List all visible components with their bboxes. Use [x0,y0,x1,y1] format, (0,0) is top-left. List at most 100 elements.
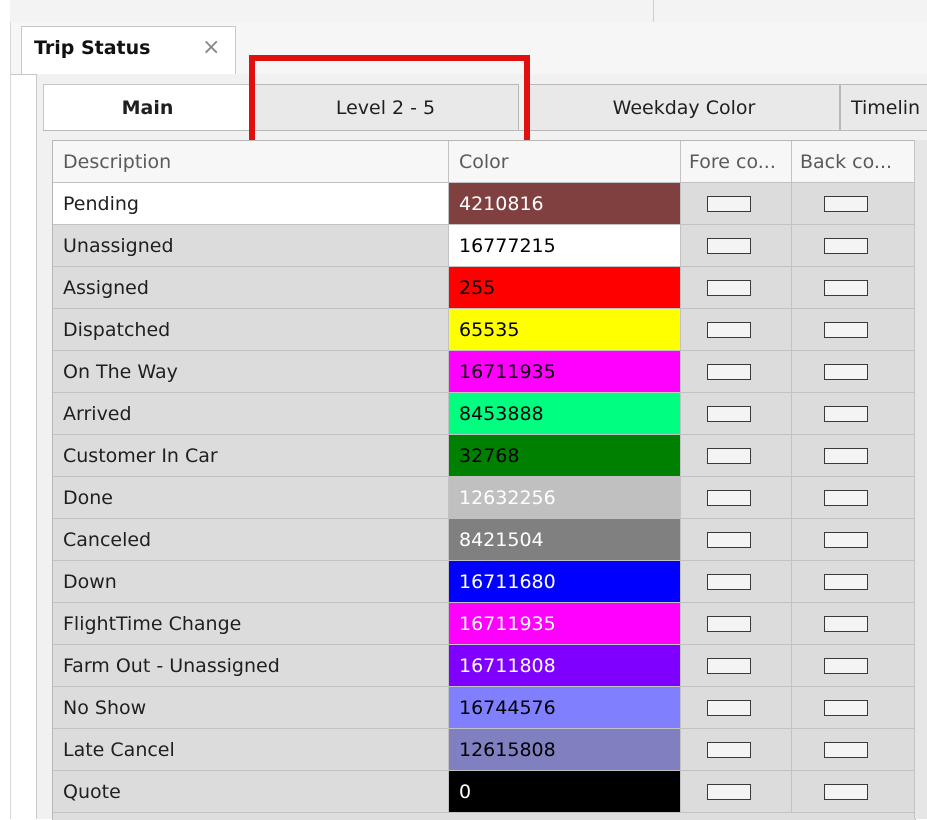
back-color-cell[interactable] [792,603,915,645]
color-swatch-icon[interactable] [824,363,868,380]
fore-color-cell[interactable] [681,687,792,729]
color-swatch-icon[interactable] [824,657,868,674]
back-color-cell[interactable] [792,351,915,393]
color-swatch-icon[interactable] [707,237,751,254]
color-swatch-icon[interactable] [824,447,868,464]
back-color-cell[interactable] [792,183,915,225]
color-value-cell[interactable]: 8421504 [449,519,681,561]
color-swatch-icon[interactable] [824,237,868,254]
color-swatch-icon[interactable] [824,615,868,632]
description-cell[interactable]: Customer In Car [53,435,449,477]
back-color-cell[interactable] [792,645,915,687]
back-color-cell[interactable] [792,519,915,561]
description-cell[interactable]: No Show [53,687,449,729]
table-row[interactable]: On The Way 16711935 [53,351,915,393]
table-row[interactable]: FlightTime Change 16711935 [53,603,915,645]
color-swatch-icon[interactable] [824,699,868,716]
color-swatch-icon[interactable] [824,321,868,338]
description-cell[interactable]: Late Cancel [53,729,449,771]
description-cell[interactable]: Down [53,561,449,603]
color-value-cell[interactable]: 12615808 [449,729,681,771]
description-cell[interactable]: Assigned [53,267,449,309]
color-swatch-icon[interactable] [824,741,868,758]
fore-color-cell[interactable] [681,477,792,519]
back-color-cell[interactable] [792,267,915,309]
fore-color-cell[interactable] [681,435,792,477]
fore-color-cell[interactable] [681,645,792,687]
color-value-cell[interactable]: 4210816 [449,183,681,225]
color-value-cell[interactable]: 16744576 [449,687,681,729]
color-swatch-icon[interactable] [707,363,751,380]
description-cell[interactable]: FlightTime Change [53,603,449,645]
fore-color-cell[interactable] [681,603,792,645]
table-row[interactable]: Down 16711680 [53,561,915,603]
tab-main[interactable]: Main [43,84,252,130]
document-tab-trip-status[interactable]: Trip Status × [21,26,236,74]
back-color-cell[interactable] [792,225,915,267]
table-row[interactable]: No Show 16744576 [53,687,915,729]
color-swatch-icon[interactable] [707,615,751,632]
table-row[interactable]: Customer In Car 32768 [53,435,915,477]
table-row[interactable]: Canceled 8421504 [53,519,915,561]
color-swatch-icon[interactable] [824,783,868,800]
table-row[interactable]: Unassigned 16777215 [53,225,915,267]
color-swatch-icon[interactable] [707,783,751,800]
fore-color-cell[interactable] [681,225,792,267]
color-swatch-icon[interactable] [824,489,868,506]
back-color-cell[interactable] [792,771,915,813]
close-icon[interactable]: × [202,35,220,60]
table-row[interactable]: Pending 4210816 [53,183,915,225]
color-value-cell[interactable]: 16711808 [449,645,681,687]
fore-color-cell[interactable] [681,561,792,603]
color-swatch-icon[interactable] [707,195,751,212]
color-swatch-icon[interactable] [707,741,751,758]
table-row[interactable]: Late Cancel 12615808 [53,729,915,771]
table-row[interactable]: Arrived 8453888 [53,393,915,435]
tab-timeline[interactable]: Timelin [840,84,927,130]
description-cell[interactable]: Pending [53,183,449,225]
color-swatch-icon[interactable] [707,279,751,296]
column-header-description[interactable]: Description [53,141,449,183]
fore-color-cell[interactable] [681,519,792,561]
description-cell[interactable]: Canceled [53,519,449,561]
back-color-cell[interactable] [792,477,915,519]
color-value-cell[interactable]: 32768 [449,435,681,477]
color-value-cell[interactable]: 8453888 [449,393,681,435]
back-color-cell[interactable] [792,687,915,729]
color-swatch-icon[interactable] [707,699,751,716]
tab-level-2-5[interactable]: Level 2 - 5 [252,84,519,130]
color-value-cell[interactable]: 16711935 [449,351,681,393]
description-cell[interactable]: Unassigned [53,225,449,267]
description-cell[interactable]: Farm Out - Unassigned [53,645,449,687]
color-swatch-icon[interactable] [707,573,751,590]
table-row[interactable]: Farm Out - Unassigned 16711808 [53,645,915,687]
table-row[interactable]: Dispatched 65535 [53,309,915,351]
color-value-cell[interactable]: 255 [449,267,681,309]
color-value-cell[interactable]: 65535 [449,309,681,351]
color-swatch-icon[interactable] [707,321,751,338]
column-header-back-color[interactable]: Back co... [792,141,915,183]
color-swatch-icon[interactable] [824,405,868,422]
vertical-scrollbar[interactable] [914,140,927,819]
fore-color-cell[interactable] [681,309,792,351]
description-cell[interactable]: Quote [53,771,449,813]
color-swatch-icon[interactable] [707,657,751,674]
fore-color-cell[interactable] [681,183,792,225]
fore-color-cell[interactable] [681,267,792,309]
color-swatch-icon[interactable] [707,447,751,464]
color-value-cell[interactable]: 16777215 [449,225,681,267]
column-header-fore-color[interactable]: Fore co... [681,141,792,183]
back-color-cell[interactable] [792,729,915,771]
fore-color-cell[interactable] [681,393,792,435]
back-color-cell[interactable] [792,435,915,477]
description-cell[interactable]: On The Way [53,351,449,393]
back-color-cell[interactable] [792,561,915,603]
description-cell[interactable]: Dispatched [53,309,449,351]
color-swatch-icon[interactable] [824,531,868,548]
color-swatch-icon[interactable] [707,489,751,506]
fore-color-cell[interactable] [681,729,792,771]
table-row[interactable]: Assigned 255 [53,267,915,309]
color-swatch-icon[interactable] [707,405,751,422]
color-swatch-icon[interactable] [824,279,868,296]
color-value-cell[interactable]: 16711935 [449,603,681,645]
